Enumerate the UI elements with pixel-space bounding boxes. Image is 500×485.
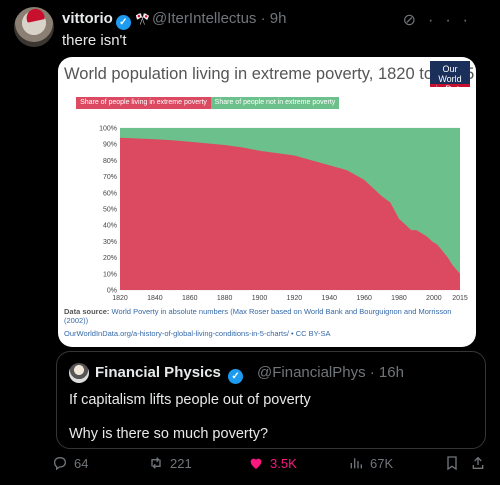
views-icon — [350, 458, 362, 469]
y-tick-label: 50% — [103, 207, 117, 214]
bookmark-icon — [447, 456, 457, 471]
handle-time[interactable]: @IterIntellectus · 9h — [152, 10, 286, 27]
x-tick-label: 1900 — [252, 295, 268, 302]
grok-icon[interactable]: ⊘ — [403, 12, 428, 29]
tweet-text: there isn't — [62, 32, 127, 49]
y-tick-label: 70% — [103, 174, 117, 181]
like-button[interactable]: 3.5K — [248, 455, 297, 471]
x-tick-label: 1840 — [147, 295, 163, 302]
poverty-area-chart: 0% 10% 20% 30% 40% 50% 60% 70% 80% 90% 100% 1820 18… — [99, 126, 468, 303]
y-tick-label: 0% — [107, 288, 117, 295]
quote-author-name[interactable]: Financial Physics ✓ — [95, 364, 244, 384]
heart-icon — [250, 458, 262, 469]
x-tick-label: 1980 — [391, 295, 407, 302]
y-tick-label: 60% — [103, 190, 117, 197]
x-tick-label: 1880 — [217, 295, 233, 302]
like-count: 3.5K — [270, 455, 297, 471]
y-tick-label: 30% — [103, 239, 117, 246]
y-tick-label: 80% — [103, 158, 117, 165]
data-source: Data source: World Poverty in absolute n… — [64, 307, 464, 325]
verified-icon: ✓ — [115, 15, 131, 30]
y-tick-label: 90% — [103, 142, 117, 149]
quote-author-text[interactable]: Financial Physics — [95, 364, 221, 381]
source-text[interactable]: World Poverty in absolute numbers (Max R… — [64, 307, 451, 325]
reply-icon — [53, 456, 67, 471]
legend-not-poverty: Share of people not in extreme poverty — [211, 97, 339, 109]
y-tick-label: 100% — [99, 126, 117, 133]
x-tick-label: 2015 — [452, 295, 468, 302]
share-button[interactable] — [470, 455, 486, 471]
more-icon[interactable]: ··· — [428, 12, 480, 29]
author-name[interactable]: vittorio ✓ 🎌 — [62, 10, 150, 30]
verified-icon: ✓ — [228, 369, 244, 384]
reply-count: 64 — [74, 455, 89, 471]
x-tick-label: 2000 — [426, 295, 442, 302]
quote-text-line1: If capitalism lifts people out of povert… — [69, 392, 311, 408]
action-bar: 64 221 3.5K 67K — [52, 455, 484, 477]
license[interactable]: OurWorldInData.org/a-history-of-global-l… — [64, 329, 330, 338]
repost-button[interactable]: 221 — [148, 455, 192, 471]
flag-icon: 🎌 — [135, 12, 150, 26]
share-icon — [472, 456, 484, 469]
views-count: 67K — [370, 455, 394, 471]
quote-text-line2: Why is there so much poverty? — [69, 426, 269, 442]
x-tick-label: 1940 — [321, 295, 337, 302]
legend-poverty: Share of people living in extreme povert… — [76, 97, 211, 109]
author-name-text[interactable]: vittorio — [62, 10, 113, 27]
reply-button[interactable]: 64 — [52, 455, 88, 471]
x-tick-label: 1860 — [182, 295, 198, 302]
x-tick-label: 1960 — [356, 295, 372, 302]
y-tick-label: 20% — [103, 255, 117, 262]
quote-avatar[interactable] — [69, 363, 89, 383]
y-tick-label: 40% — [103, 223, 117, 230]
bookmark-button[interactable] — [444, 455, 460, 471]
repost-count: 221 — [170, 455, 192, 471]
repost-icon — [151, 457, 161, 469]
views-button[interactable]: 67K — [348, 455, 393, 471]
top-actions: ⊘··· — [403, 10, 480, 30]
source-label: Data source: — [64, 307, 110, 316]
quoted-tweet[interactable]: Financial Physics ✓ @FinancialPhys · 16h… — [56, 351, 486, 449]
chart-title: World population living in extreme pover… — [64, 65, 475, 83]
avatar[interactable] — [14, 7, 54, 47]
quote-handle-time[interactable]: @FinancialPhys · 16h — [257, 364, 404, 381]
x-tick-label: 1820 — [112, 295, 128, 302]
chart-image[interactable]: World population living in extreme pover… — [58, 57, 476, 347]
owid-logo: Our World in Data — [430, 61, 470, 94]
x-tick-label: 1920 — [287, 295, 303, 302]
y-tick-label: 10% — [103, 271, 117, 278]
